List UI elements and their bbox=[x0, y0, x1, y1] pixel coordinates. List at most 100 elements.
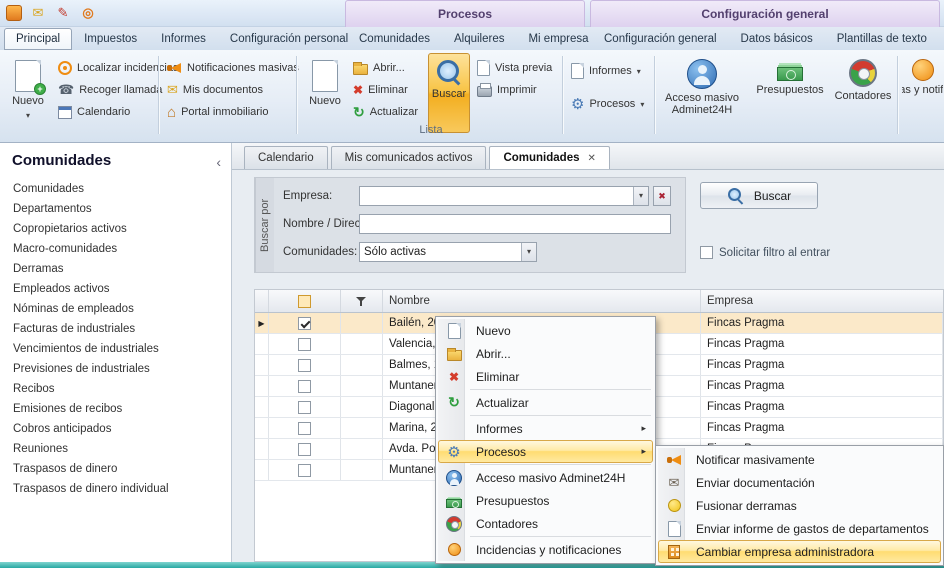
buscar-panel-button[interactable]: Buscar bbox=[700, 182, 818, 209]
tab-informes[interactable]: Informes bbox=[149, 28, 218, 50]
tab-configuracion-general[interactable]: Configuración general bbox=[592, 28, 729, 50]
submenu-item-notificar-masivamente[interactable]: Notificar masivamente bbox=[658, 448, 941, 471]
submenu-item-fusionar-derramas[interactable]: Fusionar derramas bbox=[658, 494, 941, 517]
sidebar-item-departamentos[interactable]: Departamentos bbox=[0, 199, 231, 219]
mis-documentos-button[interactable]: ✉ Mis documentos bbox=[164, 79, 302, 101]
sidebar-item-empleados-activos[interactable]: Empleados activos bbox=[0, 279, 231, 299]
sidebar-item-comunidades[interactable]: Comunidades bbox=[0, 179, 231, 199]
empresa-combo[interactable]: ▾ bbox=[359, 186, 649, 206]
row-checkbox[interactable] bbox=[298, 464, 311, 477]
doc-tab-mis-comunicados-activos[interactable]: Mis comunicados activos bbox=[331, 146, 487, 169]
eliminar-button[interactable]: ✖ Eliminar bbox=[350, 79, 421, 101]
menu-item-acceso-masivo[interactable]: Acceso masivo Adminet24H bbox=[438, 466, 653, 489]
tab-configuracion-personal[interactable]: Configuración personal bbox=[218, 28, 360, 50]
collapse-sidebar-icon[interactable]: ‹ bbox=[216, 154, 221, 170]
recoger-llamada-button[interactable]: ☎ Recoger llamada bbox=[55, 79, 182, 101]
chevron-down-icon[interactable]: ▾ bbox=[633, 187, 648, 205]
tab-plantillas-de-texto[interactable]: Plantillas de texto bbox=[825, 28, 939, 50]
clear-empresa-icon[interactable]: ✖ bbox=[653, 186, 671, 206]
tab-principal[interactable]: Principal bbox=[4, 28, 72, 50]
sidebar-item-vencimientos-de-industriales[interactable]: Vencimientos de industriales bbox=[0, 339, 231, 359]
row-checkbox[interactable] bbox=[298, 422, 311, 435]
header-select-all[interactable] bbox=[269, 290, 341, 312]
row-checkbox[interactable] bbox=[298, 380, 311, 393]
close-tab-icon[interactable]: ✕ bbox=[588, 148, 596, 169]
submenu-item-enviar-documentacion[interactable]: ✉ Enviar documentación bbox=[658, 471, 941, 494]
nuevo-lista-button[interactable]: Nuevo bbox=[302, 54, 348, 120]
sidebar-item-recibos[interactable]: Recibos bbox=[0, 379, 231, 399]
submenu-item-cambiar-empresa-administradora[interactable]: Cambiar empresa administradora bbox=[658, 540, 941, 563]
sidebar-item-cobros-anticipados[interactable]: Cobros anticipados bbox=[0, 419, 231, 439]
nombre-direccion-field[interactable] bbox=[359, 214, 671, 234]
actualizar-button[interactable]: ↻ Actualizar bbox=[350, 101, 421, 123]
broadcast-icon[interactable]: ◎ bbox=[79, 4, 97, 22]
header-filter[interactable] bbox=[341, 290, 383, 312]
menu-item-contadores[interactable]: Contadores bbox=[438, 512, 653, 535]
select-all-checkbox[interactable] bbox=[298, 295, 311, 308]
cell-empresa[interactable]: Fincas Pragma bbox=[701, 355, 943, 375]
doc-tab-calendario[interactable]: Calendario bbox=[244, 146, 328, 169]
buscar-button[interactable]: Buscar bbox=[428, 53, 470, 133]
cell-empresa[interactable]: Fincas Pragma bbox=[701, 313, 943, 333]
menu-item-informes[interactable]: Informes ▸ bbox=[438, 417, 653, 440]
menu-item-eliminar[interactable]: ✖ Eliminar bbox=[438, 365, 653, 388]
localizar-incidencias-button[interactable]: Localizar incidencias bbox=[55, 57, 182, 79]
chevron-down-icon[interactable]: ▾ bbox=[521, 243, 536, 261]
sidebar-item-traspasos-de-dinero[interactable]: Traspasos de dinero bbox=[0, 459, 231, 479]
menu-item-procesos[interactable]: ⚙ Procesos ▸ bbox=[438, 440, 653, 463]
menu-item-actualizar[interactable]: ↻ Actualizar bbox=[438, 391, 653, 414]
tab-datos-basicos[interactable]: Datos básicos bbox=[729, 28, 825, 50]
vista-previa-button[interactable]: Vista previa bbox=[474, 57, 555, 79]
row-checkbox[interactable] bbox=[298, 317, 311, 330]
menu-item-presupuestos[interactable]: Presupuestos bbox=[438, 489, 653, 512]
sidebar-item-derramas[interactable]: Derramas bbox=[0, 259, 231, 279]
app-icon[interactable] bbox=[6, 5, 22, 21]
cell-empresa[interactable]: Fincas Pragma bbox=[701, 334, 943, 354]
abrir-button[interactable]: Abrir... bbox=[350, 57, 421, 79]
edit-icon[interactable]: ✎ bbox=[54, 4, 72, 22]
tab-alquileres[interactable]: Alquileres bbox=[442, 28, 517, 50]
informes-dropdown-button[interactable]: Informes ▾ bbox=[568, 60, 647, 82]
checkbox[interactable] bbox=[700, 246, 713, 259]
sidebar-item-macro-comunidades[interactable]: Macro-comunidades bbox=[0, 239, 231, 259]
comunidades-select[interactable]: Sólo activas ▾ bbox=[359, 242, 537, 262]
menu-item-abrir[interactable]: Abrir... bbox=[438, 342, 653, 365]
row-checkbox[interactable] bbox=[298, 359, 311, 372]
empresa-input[interactable] bbox=[360, 187, 648, 205]
row-checkbox[interactable] bbox=[298, 338, 311, 351]
menu-item-incidencias-notificaciones[interactable]: Incidencias y notificaciones bbox=[438, 538, 653, 561]
submenu-item-enviar-informe-gastos[interactable]: Enviar informe de gastos de departamento… bbox=[658, 517, 941, 540]
tab-mi-empresa[interactable]: Mi empresa bbox=[516, 28, 600, 50]
sidebar-item-reuniones[interactable]: Reuniones bbox=[0, 439, 231, 459]
solicitar-filtro-checkbox[interactable]: Solicitar filtro al entrar bbox=[700, 246, 830, 259]
mail-icon[interactable]: ✉ bbox=[29, 4, 47, 22]
portal-inmobiliario-button[interactable]: ⌂ Portal inmobiliario bbox=[164, 101, 302, 123]
row-checkbox[interactable] bbox=[298, 443, 311, 456]
menu-item-nuevo[interactable]: Nuevo bbox=[438, 319, 653, 342]
sidebar-item-emisiones-de-recibos[interactable]: Emisiones de recibos bbox=[0, 399, 231, 419]
cell-empresa[interactable]: Fincas Pragma bbox=[701, 397, 943, 417]
nuevo-split-button[interactable]: + Nuevo ▾ bbox=[4, 54, 52, 136]
header-empresa[interactable]: Empresa bbox=[701, 290, 943, 312]
presupuestos-button[interactable]: Presupuestos bbox=[750, 53, 830, 137]
imprimir-button[interactable]: Imprimir bbox=[474, 79, 555, 101]
doc-tab-comunidades[interactable]: Comunidades ✕ bbox=[489, 146, 609, 169]
row-checkbox[interactable] bbox=[298, 401, 311, 414]
acceso-masivo-button[interactable]: Acceso masivo Adminet24H bbox=[658, 53, 746, 137]
sidebar-item-facturas-de-industriales[interactable]: Facturas de industriales bbox=[0, 319, 231, 339]
contadores-button[interactable]: Contadores bbox=[832, 53, 894, 137]
nombre-direccion-input[interactable] bbox=[360, 215, 670, 233]
cell-empresa[interactable]: Fincas Pragma bbox=[701, 376, 943, 396]
tab-comunidades[interactable]: Comunidades bbox=[347, 28, 442, 50]
procesos-dropdown-button[interactable]: ⚙ Procesos ▾ bbox=[568, 93, 647, 115]
header-nombre[interactable]: Nombre bbox=[383, 290, 701, 312]
sidebar-item-traspasos-de-dinero-individual[interactable]: Traspasos de dinero individual bbox=[0, 479, 231, 499]
notificaciones-masivas-button[interactable]: Notificaciones masivas bbox=[164, 57, 302, 79]
sidebar-item-copropietarios-activos[interactable]: Copropietarios activos bbox=[0, 219, 231, 239]
cell-empresa[interactable]: Fincas Pragma bbox=[701, 418, 943, 438]
incidencias-notificaciones-button[interactable]: Incidencias y notificaciones bbox=[901, 53, 944, 137]
calendario-button[interactable]: Calendario bbox=[55, 101, 182, 123]
tab-impuestos[interactable]: Impuestos bbox=[72, 28, 149, 50]
sidebar-item-previsiones-de-industriales[interactable]: Previsiones de industriales bbox=[0, 359, 231, 379]
sidebar-item-nominas-de-empleados[interactable]: Nóminas de empleados bbox=[0, 299, 231, 319]
